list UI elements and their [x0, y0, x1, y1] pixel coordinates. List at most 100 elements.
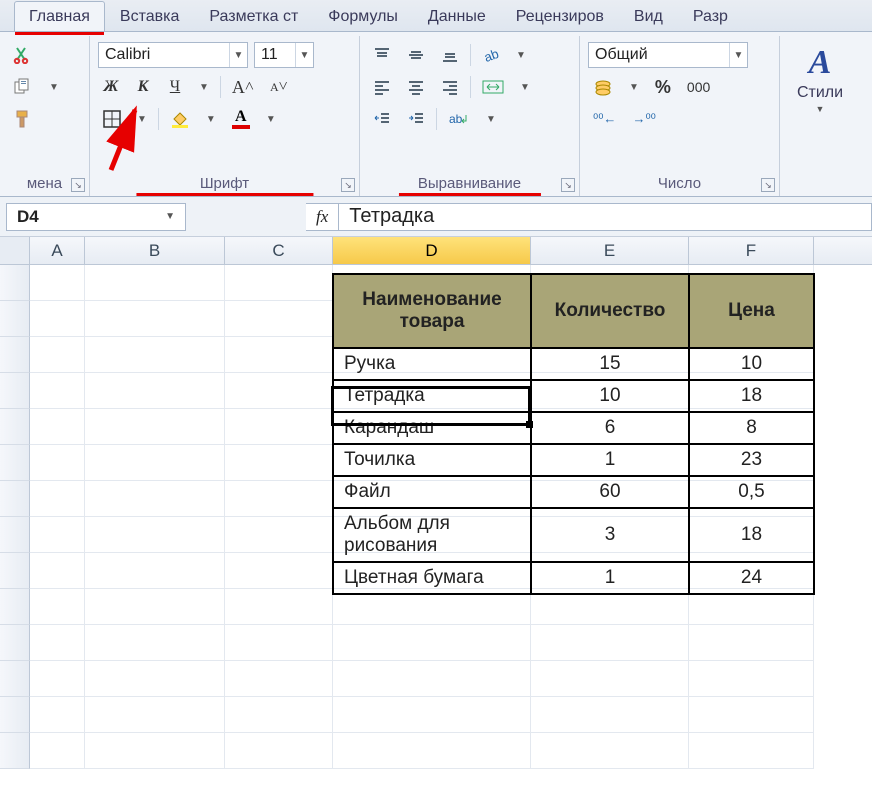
italic-button[interactable]: К — [130, 74, 156, 100]
underline-dropdown-icon[interactable]: ▼ — [194, 74, 214, 100]
cell[interactable] — [225, 265, 333, 301]
alignment-launcher-icon[interactable]: ↘ — [561, 178, 575, 192]
col-header-D[interactable]: D — [333, 237, 531, 264]
cell[interactable] — [531, 625, 689, 661]
orientation-icon[interactable]: ab — [477, 42, 505, 68]
font-name-combo[interactable]: Calibri ▼ — [98, 42, 248, 68]
decrease-indent-icon[interactable] — [368, 106, 396, 132]
cut-icon[interactable] — [8, 42, 36, 68]
cell[interactable] — [333, 661, 531, 697]
cell[interactable] — [30, 265, 85, 301]
cell[interactable] — [85, 265, 225, 301]
currency-icon[interactable] — [588, 74, 618, 100]
cell[interactable] — [85, 697, 225, 733]
cell[interactable] — [30, 661, 85, 697]
cell[interactable] — [85, 445, 225, 481]
col-header-E[interactable]: E — [531, 237, 689, 264]
cell[interactable] — [225, 517, 333, 553]
cell-name[interactable]: Ручка — [333, 348, 531, 380]
cell[interactable] — [225, 589, 333, 625]
cell-qty[interactable]: 3 — [531, 508, 689, 562]
cell-qty[interactable]: 1 — [531, 562, 689, 594]
font-launcher-icon[interactable]: ↘ — [341, 178, 355, 192]
row-header[interactable] — [0, 517, 30, 553]
cell[interactable] — [225, 409, 333, 445]
cell[interactable] — [225, 553, 333, 589]
wrap-dropdown-icon[interactable]: ▼ — [481, 106, 501, 132]
cell-name[interactable]: Файл — [333, 476, 531, 508]
select-all-corner[interactable] — [0, 237, 30, 264]
cell[interactable] — [85, 409, 225, 445]
cell[interactable] — [85, 337, 225, 373]
shrink-font-icon[interactable]: A˅ — [265, 74, 293, 100]
font-color-button[interactable]: A — [227, 106, 255, 132]
cell[interactable] — [333, 625, 531, 661]
cell[interactable] — [85, 517, 225, 553]
cell[interactable] — [30, 625, 85, 661]
align-bottom-icon[interactable] — [436, 42, 464, 68]
borders-button[interactable] — [98, 106, 126, 132]
underline-button[interactable]: Ч — [162, 74, 188, 100]
cell-price[interactable]: 18 — [689, 508, 814, 562]
tab-insert[interactable]: Вставка — [105, 1, 194, 31]
borders-dropdown-icon[interactable]: ▼ — [132, 106, 152, 132]
cell[interactable] — [225, 337, 333, 373]
wrap-text-icon[interactable]: ab — [443, 106, 475, 132]
cell[interactable] — [85, 733, 225, 769]
cell[interactable] — [30, 481, 85, 517]
cell[interactable] — [85, 373, 225, 409]
copy-dropdown-icon[interactable]: ▼ — [44, 74, 64, 100]
percent-button[interactable]: % — [650, 74, 676, 100]
cell[interactable] — [85, 589, 225, 625]
cell[interactable] — [333, 733, 531, 769]
align-left-icon[interactable] — [368, 74, 396, 100]
cell-price[interactable]: 24 — [689, 562, 814, 594]
cell[interactable] — [531, 661, 689, 697]
row-header[interactable] — [0, 301, 30, 337]
row-header[interactable] — [0, 553, 30, 589]
cell[interactable] — [30, 697, 85, 733]
cell[interactable] — [225, 661, 333, 697]
cell-price[interactable]: 18 — [689, 380, 814, 412]
row-header[interactable] — [0, 373, 30, 409]
cell[interactable] — [531, 733, 689, 769]
cell[interactable] — [225, 373, 333, 409]
cell[interactable] — [225, 445, 333, 481]
merge-cells-icon[interactable] — [477, 74, 509, 100]
number-launcher-icon[interactable]: ↘ — [761, 178, 775, 192]
cell[interactable] — [333, 697, 531, 733]
tab-data[interactable]: Данные — [413, 1, 501, 31]
cell-price[interactable]: 10 — [689, 348, 814, 380]
align-middle-icon[interactable] — [402, 42, 430, 68]
cell-price[interactable]: 0,5 — [689, 476, 814, 508]
cell[interactable] — [689, 625, 814, 661]
tab-formulas[interactable]: Формулы — [313, 1, 413, 31]
cell[interactable] — [30, 301, 85, 337]
format-painter-icon[interactable] — [8, 106, 38, 132]
cell-qty[interactable]: 6 — [531, 412, 689, 444]
row-header[interactable] — [0, 625, 30, 661]
row-header[interactable] — [0, 733, 30, 769]
name-box[interactable]: D4 ▼ — [6, 203, 186, 231]
cell-qty[interactable]: 10 — [531, 380, 689, 412]
cell[interactable] — [85, 661, 225, 697]
align-center-icon[interactable] — [402, 74, 430, 100]
cell[interactable] — [225, 301, 333, 337]
col-header-B[interactable]: B — [85, 237, 225, 264]
cell[interactable] — [30, 409, 85, 445]
cell[interactable] — [30, 517, 85, 553]
row-header[interactable] — [0, 661, 30, 697]
cell-qty[interactable]: 60 — [531, 476, 689, 508]
cell-name[interactable]: Точилка — [333, 444, 531, 476]
cell-price[interactable]: 8 — [689, 412, 814, 444]
row-header[interactable] — [0, 589, 30, 625]
cell-name[interactable]: Альбом для рисования — [333, 508, 531, 562]
cell[interactable] — [30, 733, 85, 769]
cell-price[interactable]: 23 — [689, 444, 814, 476]
cell[interactable] — [30, 445, 85, 481]
row-header[interactable] — [0, 409, 30, 445]
cell[interactable] — [225, 733, 333, 769]
cell-qty[interactable]: 1 — [531, 444, 689, 476]
cell[interactable] — [225, 625, 333, 661]
increase-decimal-icon[interactable]: ⁰⁰← — [588, 106, 621, 132]
